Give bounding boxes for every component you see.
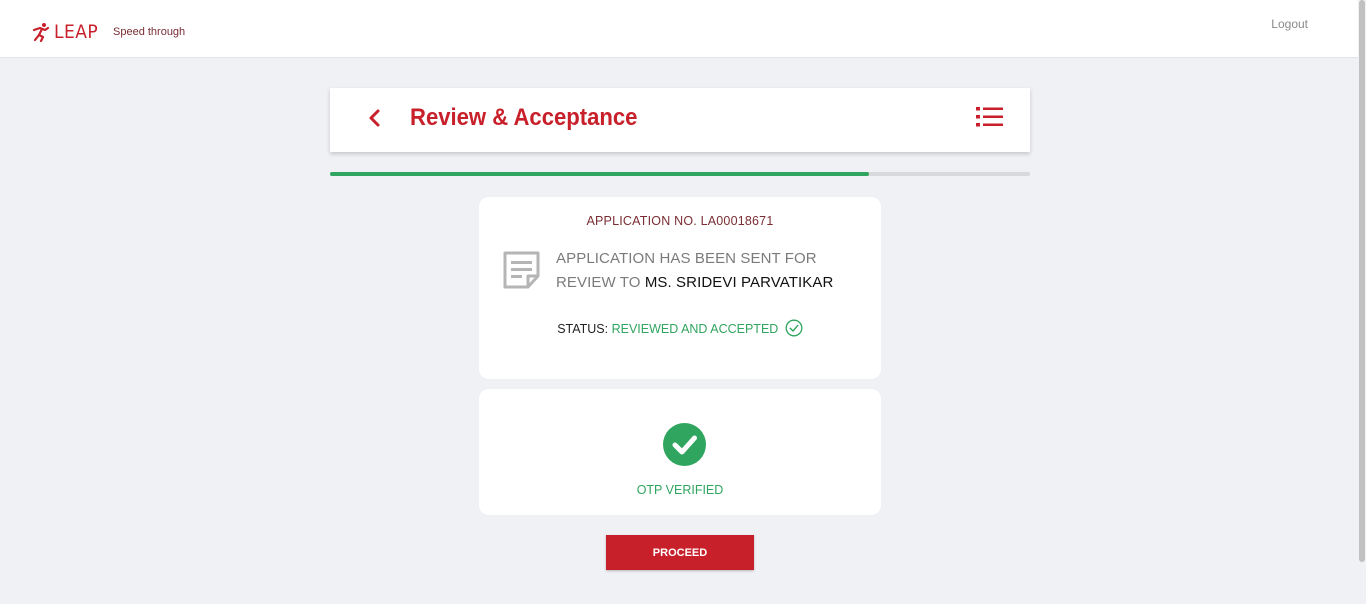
- status-line: STATUS: REVIEWED AND ACCEPTED: [479, 319, 881, 337]
- brand-logo[interactable]: LEAP Speed through: [32, 19, 185, 45]
- progress-bar: [330, 172, 1030, 176]
- brand-tagline: Speed through: [113, 26, 186, 38]
- progress-fill: [330, 172, 869, 176]
- proceed-button[interactable]: PROCEED: [606, 535, 754, 570]
- application-card: APPLICATION NO. LA00018671 APPLICATION H…: [479, 197, 881, 379]
- page-header-card: Review & Acceptance: [330, 88, 1030, 152]
- top-bar: LEAP Speed through Logout: [0, 0, 1366, 58]
- status-label: STATUS:: [557, 322, 609, 336]
- list-menu-icon: [976, 107, 1004, 135]
- check-circle-outline-icon: [785, 319, 803, 337]
- review-message: APPLICATION HAS BEEN SENT FOR REVIEW TO …: [556, 247, 866, 295]
- reviewer-name: MS. SRIDEVI PARVATIKAR: [644, 274, 834, 291]
- page-title: Review & Acceptance: [410, 104, 638, 131]
- check-circle-filled-icon: [663, 423, 706, 466]
- status-value: REVIEWED AND ACCEPTED: [611, 322, 779, 336]
- page-scrollbar[interactable]: [1358, 0, 1366, 604]
- runner-icon: [32, 22, 50, 43]
- otp-card: OTP VERIFIED: [479, 389, 881, 515]
- back-button[interactable]: [360, 106, 388, 134]
- brand-name: LEAP: [54, 21, 99, 43]
- menu-button[interactable]: [976, 105, 1004, 131]
- application-number: APPLICATION NO. LA00018671: [586, 214, 774, 228]
- scrollbar-thumb[interactable]: [1359, 0, 1365, 562]
- chevron-left-icon: [367, 108, 381, 133]
- logout-link[interactable]: Logout: [1271, 17, 1308, 31]
- otp-status-label: OTP VERIFIED: [636, 483, 724, 497]
- document-icon: [502, 250, 542, 290]
